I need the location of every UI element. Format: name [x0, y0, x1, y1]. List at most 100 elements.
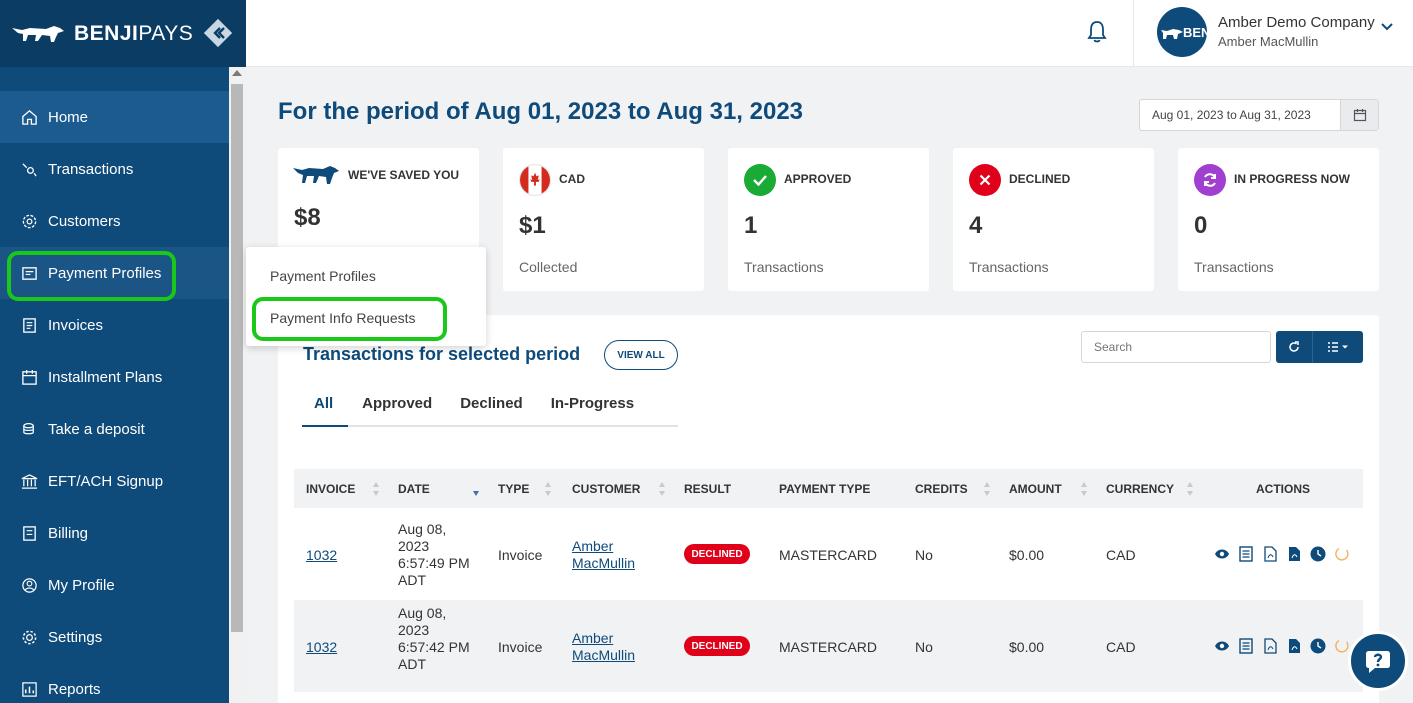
date-line: ADT [398, 572, 426, 588]
columns-dropdown-button[interactable] [1313, 331, 1363, 363]
chevron-down-icon[interactable] [1380, 20, 1394, 39]
view-all-button[interactable]: VIEW ALL [604, 340, 678, 370]
reports-icon [20, 680, 38, 698]
invoice-link[interactable]: 1032 [306, 547, 337, 563]
date-line: ADT [398, 656, 426, 672]
date-line: 6:57:42 PM [398, 639, 470, 655]
refund-spinner-icon[interactable] [1334, 638, 1350, 654]
sort-desc-icon[interactable] [472, 481, 480, 497]
card-value: $1 [519, 212, 546, 239]
submenu-item-payment-profiles[interactable]: Payment Profiles [270, 268, 376, 284]
sort-icon[interactable] [983, 481, 991, 497]
bank-icon [20, 472, 38, 490]
dog-logo-icon [292, 162, 340, 188]
deposit-icon [20, 420, 38, 438]
benjipays-logo[interactable]: BENJI PAYS [10, 22, 193, 46]
check-circle-icon [744, 164, 776, 196]
date-line: Aug 08, [398, 605, 447, 621]
card-value: 4 [969, 212, 983, 239]
receipt-icon[interactable] [1238, 546, 1254, 562]
pdf-outline-icon[interactable] [1262, 546, 1278, 562]
sort-icon[interactable] [1186, 481, 1194, 497]
header-divider [1133, 0, 1134, 67]
card-approved: APPROVED 1 Transactions [728, 148, 929, 291]
receipt-icon[interactable] [1238, 638, 1254, 654]
column-header-invoice[interactable]: INVOICE [306, 482, 355, 496]
sidebar-item-take-a-deposit[interactable]: Take a deposit [0, 403, 229, 455]
page-title: For the period of Aug 01, 2023 to Aug 31… [278, 98, 804, 125]
column-header-actions: ACTIONS [1256, 482, 1310, 496]
pdf-outline-icon[interactable] [1262, 638, 1278, 654]
card-in-progress: IN PROGRESS NOW 0 Transactions [1178, 148, 1379, 291]
transactions-icon [20, 160, 38, 178]
sidebar-item-label: Take a deposit [48, 420, 145, 438]
sort-icon[interactable] [372, 481, 380, 497]
refresh-button[interactable] [1276, 331, 1313, 363]
company-name[interactable]: Amber Demo Company [1218, 14, 1375, 31]
help-chat-icon [1366, 651, 1390, 673]
customer-line: Amber [572, 538, 614, 554]
sidebar-item-label: Home [48, 108, 89, 126]
date-line: 6:57:49 PM [398, 555, 470, 571]
column-header-customer[interactable]: CUSTOMER [572, 482, 640, 496]
tab-declined[interactable]: Declined [446, 386, 537, 427]
sidebar-item-transactions[interactable]: Transactions [0, 143, 229, 195]
invoice-link[interactable]: 1032 [306, 639, 337, 655]
sidebar-item-invoices[interactable]: Invoices [0, 299, 229, 351]
sidebar-item-billing[interactable]: Billing [0, 507, 229, 559]
sort-icon[interactable] [658, 481, 666, 497]
sidebar-item-settings[interactable]: Settings [0, 611, 229, 663]
card-label: WE'VE SAVED YOU [348, 168, 460, 182]
customer-link[interactable]: Amber MacMullin [572, 630, 635, 664]
refund-spinner-icon[interactable] [1334, 546, 1350, 562]
calendar-icon[interactable] [1340, 100, 1378, 130]
tab-in-progress[interactable]: In-Progress [537, 386, 648, 427]
sidebar-scroll-thumb[interactable] [231, 84, 243, 632]
currency-cell: CAD [1106, 547, 1136, 563]
tab-all[interactable]: All [302, 386, 349, 427]
column-header-date[interactable]: DATE [398, 482, 430, 496]
sidebar-item-label: Settings [48, 628, 103, 646]
column-header-amount[interactable]: AMOUNT [1009, 482, 1062, 496]
amount-cell: $0.00 [1009, 547, 1045, 563]
sidebar-item-reports[interactable]: Reports [0, 663, 229, 703]
customer-link[interactable]: Amber MacMullin [572, 538, 635, 572]
clock-icon[interactable] [1310, 638, 1326, 654]
search-input[interactable] [1081, 331, 1271, 363]
view-eye-icon[interactable] [1214, 546, 1230, 562]
sidebar-item-customers[interactable]: Customers [0, 195, 229, 247]
table-header: INVOICE DATE TYPE CUSTOMER RESULT PAYMEN… [294, 469, 1363, 508]
sort-icon[interactable] [544, 481, 552, 497]
column-header-result[interactable]: RESULT [684, 482, 731, 496]
column-header-type[interactable]: TYPE [498, 482, 529, 496]
sidebar-item-label: Transactions [48, 160, 134, 178]
date-line: Aug 08, [398, 521, 447, 537]
column-header-credits[interactable]: CREDITS [915, 482, 968, 496]
pdf-icon[interactable] [1286, 638, 1302, 654]
sidebar-item-my-profile[interactable]: My Profile [0, 559, 229, 611]
customer-line: MacMullin [572, 555, 636, 571]
tab-approved[interactable]: Approved [348, 386, 446, 427]
view-eye-icon[interactable] [1214, 638, 1230, 654]
date-range-value[interactable]: Aug 01, 2023 to Aug 31, 2023 [1140, 100, 1340, 130]
sidebar-item-home[interactable]: Home [0, 91, 229, 143]
home-icon [20, 108, 38, 126]
sidebar-item-eft-ach-signup[interactable]: EFT/ACH Signup [0, 455, 229, 507]
pdf-icon[interactable] [1286, 546, 1302, 562]
transactions-title: Transactions for selected period [303, 344, 581, 364]
help-chat-button[interactable] [1348, 631, 1408, 691]
sidebar-item-installment-plans[interactable]: Installment Plans [0, 351, 229, 403]
column-header-currency[interactable]: CURRENCY [1106, 482, 1174, 496]
user-name[interactable]: Amber MacMullin [1218, 34, 1318, 49]
bell-icon[interactable] [1086, 20, 1108, 49]
column-header-payment-type[interactable]: PAYMENT TYPE [779, 482, 870, 496]
scroll-up-arrow-icon[interactable] [232, 70, 242, 76]
sort-icon[interactable] [1080, 481, 1088, 497]
date-range-picker[interactable]: Aug 01, 2023 to Aug 31, 2023 [1139, 99, 1379, 131]
list-icon [1328, 342, 1348, 352]
collapse-sidebar-icon[interactable] [203, 18, 233, 48]
avatar[interactable]: BEN [1157, 7, 1207, 57]
card-value: 0 [1194, 212, 1208, 239]
payment-type-cell: MASTERCARD [779, 547, 878, 563]
clock-icon[interactable] [1310, 546, 1326, 562]
